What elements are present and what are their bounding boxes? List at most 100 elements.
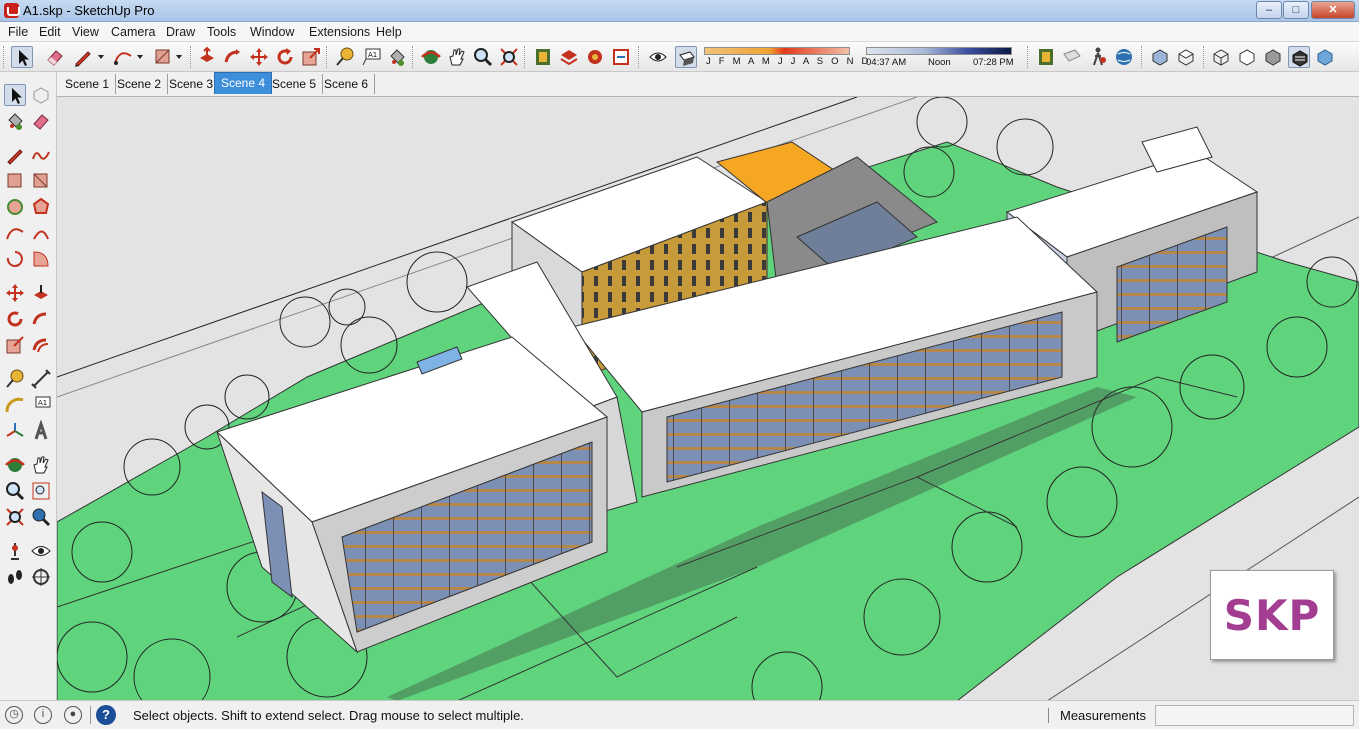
model-viewport[interactable]: SKP bbox=[57, 96, 1359, 700]
look-around-icon[interactable] bbox=[30, 540, 52, 562]
toolbar-grip-9[interactable] bbox=[1203, 46, 1206, 68]
geo-location-status-icon[interactable]: ◷ bbox=[5, 706, 23, 724]
tape-measure-icon-left[interactable] bbox=[4, 368, 26, 390]
rectangle-tool-icon-left[interactable] bbox=[4, 170, 26, 192]
menu-help[interactable]: Help bbox=[376, 25, 402, 39]
protractor-icon[interactable] bbox=[4, 394, 26, 416]
hidden-line-style-icon[interactable] bbox=[1236, 46, 1258, 68]
text-tool-icon-left[interactable]: A1 bbox=[30, 394, 52, 416]
menu-camera[interactable]: Camera bbox=[111, 25, 155, 39]
rotate-tool-icon-left[interactable] bbox=[4, 308, 26, 330]
menu-tools[interactable]: Tools bbox=[207, 25, 236, 39]
toolbar-grip[interactable] bbox=[3, 46, 6, 68]
shaded-style-icon[interactable] bbox=[1262, 46, 1284, 68]
paint-bucket-icon-left[interactable] bbox=[4, 110, 26, 132]
warehouse-icon[interactable] bbox=[532, 46, 554, 68]
section-plane-icon[interactable] bbox=[1061, 46, 1083, 68]
axes-tool-icon[interactable] bbox=[4, 420, 26, 442]
credits-info-icon[interactable]: i bbox=[34, 706, 52, 724]
maximize-button[interactable]: □ bbox=[1283, 1, 1309, 19]
instructor-help-icon[interactable]: ? bbox=[96, 705, 116, 725]
menu-extensions[interactable]: Extensions bbox=[309, 25, 370, 39]
previous-view-icon[interactable] bbox=[30, 506, 52, 528]
3d-text-icon[interactable] bbox=[30, 420, 52, 442]
walk-icon[interactable] bbox=[1087, 46, 1109, 68]
follow-me-icon-left[interactable] bbox=[30, 308, 52, 330]
zoom-extents-icon[interactable] bbox=[498, 46, 520, 68]
pie-tool-icon[interactable] bbox=[30, 248, 52, 270]
share-model-icon[interactable] bbox=[558, 46, 580, 68]
toolbar-grip-5[interactable] bbox=[524, 46, 527, 68]
scale-tool-icon-left[interactable] bbox=[4, 334, 26, 356]
three-point-arc-icon[interactable] bbox=[4, 248, 26, 270]
zoom-icon[interactable] bbox=[472, 46, 494, 68]
toolbar-grip-6[interactable] bbox=[638, 46, 641, 68]
two-point-arc-icon[interactable] bbox=[30, 222, 52, 244]
make-component-icon[interactable] bbox=[30, 84, 52, 106]
select-tool-icon-left[interactable] bbox=[4, 84, 26, 106]
freehand-tool-icon[interactable] bbox=[30, 144, 52, 166]
walk-footprints-icon[interactable] bbox=[4, 566, 26, 588]
model-canvas[interactable] bbox=[57, 97, 1359, 700]
tab-scene-3[interactable]: Scene 3 bbox=[163, 74, 221, 94]
shadow-dialog-icon[interactable] bbox=[647, 46, 669, 68]
shadow-time-slider[interactable]: 04:37 AM Noon 07:28 PM bbox=[866, 47, 1016, 69]
extension-warehouse-icon[interactable] bbox=[584, 46, 606, 68]
orbit-icon-left[interactable] bbox=[4, 454, 26, 476]
rotated-rectangle-icon[interactable] bbox=[30, 170, 52, 192]
text-tool-icon[interactable]: A1 bbox=[360, 46, 382, 68]
arc-tool-icon[interactable] bbox=[112, 46, 134, 68]
geo-location-icon[interactable] bbox=[1113, 46, 1135, 68]
scale-tool-icon[interactable] bbox=[300, 46, 322, 68]
section-plane-icon-left[interactable] bbox=[30, 566, 52, 588]
pan-hand-icon-left[interactable] bbox=[30, 454, 52, 476]
tab-scene-6[interactable]: Scene 6 bbox=[318, 74, 376, 94]
month-slider-track[interactable] bbox=[704, 47, 850, 55]
paint-bucket-icon[interactable] bbox=[386, 46, 408, 68]
menu-view[interactable]: View bbox=[72, 25, 99, 39]
polygon-tool-icon[interactable] bbox=[30, 196, 52, 218]
toolbar-grip-4[interactable] bbox=[412, 46, 415, 68]
rectangle-tool-icon[interactable] bbox=[152, 46, 174, 68]
push-pull-icon[interactable] bbox=[196, 46, 218, 68]
close-button[interactable]: ✕ bbox=[1311, 1, 1355, 19]
menu-file[interactable]: File bbox=[8, 25, 28, 39]
line-tool-icon[interactable] bbox=[4, 144, 26, 166]
arc-tool-icon-left[interactable] bbox=[4, 222, 26, 244]
menu-window[interactable]: Window bbox=[250, 25, 294, 39]
monochrome-style-icon[interactable] bbox=[1314, 46, 1336, 68]
pencil-line-icon[interactable] bbox=[72, 46, 94, 68]
minimize-button[interactable]: – bbox=[1256, 1, 1282, 19]
eraser-icon-left[interactable] bbox=[30, 110, 52, 132]
user-account-icon[interactable]: ● bbox=[64, 706, 82, 724]
measurements-input[interactable] bbox=[1155, 705, 1354, 726]
zoom-window-icon[interactable] bbox=[30, 480, 52, 502]
tab-scene-4[interactable]: Scene 4 bbox=[214, 72, 273, 94]
move-tool-icon-left[interactable] bbox=[4, 282, 26, 304]
shaded-textures-style-icon[interactable] bbox=[1288, 46, 1310, 68]
follow-me-icon[interactable] bbox=[222, 46, 244, 68]
xray-style-icon[interactable] bbox=[1210, 46, 1232, 68]
position-camera-icon[interactable] bbox=[4, 540, 26, 562]
menu-edit[interactable]: Edit bbox=[39, 25, 61, 39]
display-shadows-icon[interactable] bbox=[675, 46, 697, 68]
tab-scene-1[interactable]: Scene 1 bbox=[59, 74, 117, 94]
tape-measure-icon[interactable] bbox=[334, 46, 356, 68]
pan-hand-icon[interactable] bbox=[446, 46, 468, 68]
offset-tool-icon[interactable] bbox=[30, 334, 52, 356]
circle-tool-icon[interactable] bbox=[4, 196, 26, 218]
select-tool-icon[interactable] bbox=[11, 46, 33, 68]
iso-view-icon[interactable] bbox=[1149, 46, 1171, 68]
zoom-icon-left[interactable] bbox=[4, 480, 26, 502]
rotate-tool-icon[interactable] bbox=[274, 46, 296, 68]
toolbar-grip-7[interactable] bbox=[1027, 46, 1030, 68]
time-slider-track[interactable] bbox=[866, 47, 1012, 55]
toolbar-grip-8[interactable] bbox=[1141, 46, 1144, 68]
menu-draw[interactable]: Draw bbox=[166, 25, 195, 39]
toolbar-grip-3[interactable] bbox=[326, 46, 329, 68]
move-tool-icon[interactable] bbox=[248, 46, 270, 68]
top-view-icon[interactable] bbox=[1175, 46, 1197, 68]
push-pull-icon-left[interactable] bbox=[30, 282, 52, 304]
orbit-icon[interactable] bbox=[420, 46, 442, 68]
toolbar-grip-2[interactable] bbox=[190, 46, 193, 68]
